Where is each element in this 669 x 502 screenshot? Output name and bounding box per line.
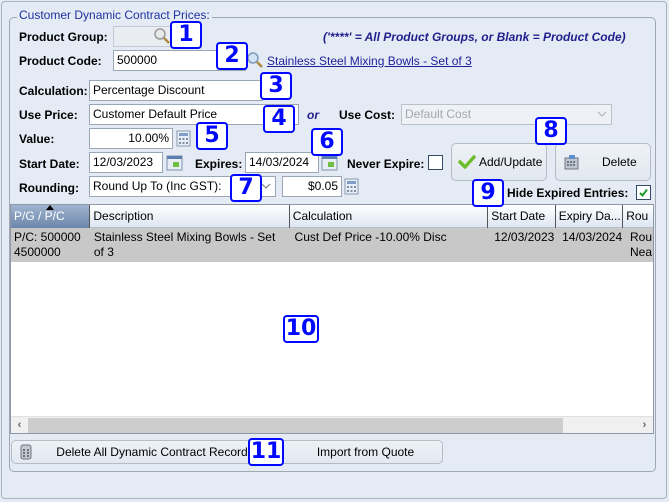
table-row[interactable]: P/C: 500000 4500000 Stainless Steel Mixi…: [11, 228, 653, 262]
use-cost-dropdown: Default Cost: [401, 104, 612, 125]
or-label: or: [307, 108, 319, 122]
product-description-link[interactable]: Stainless Steel Mixing Bowls - Set of 3: [267, 54, 472, 68]
annotation-badge-4: 4: [263, 105, 295, 133]
column-header-calculation[interactable]: Calculation: [290, 205, 489, 228]
chevron-down-icon: [261, 183, 271, 189]
annotation-badge-9: 9: [472, 179, 504, 207]
never-expire-checkbox[interactable]: [428, 155, 443, 170]
calculation-label: Calculation:: [19, 84, 88, 98]
cell-calculation: Cust Def Price -10.00% Disc: [294, 230, 447, 244]
value-input[interactable]: 10.00%: [89, 128, 173, 149]
annotation-badge-6: 6: [311, 128, 343, 156]
table-header: P/G / P/C Description Calculation Start …: [11, 205, 653, 228]
annotation-badge-5: 5: [196, 122, 228, 150]
cell-pgpc: P/C: 500000 4500000: [14, 230, 81, 259]
product-group-note: ('****' = All Product Groups, or Blank =…: [323, 30, 626, 44]
cell-rounding: Rou Nea: [630, 230, 653, 259]
value-label: Value:: [19, 132, 55, 146]
rounding-amount-input[interactable]: $0.05: [282, 176, 342, 197]
annotation-badge-7: 7: [230, 174, 262, 202]
use-cost-value: Default Cost: [405, 107, 472, 121]
cell-expiry-date: 14/03/2024: [562, 230, 623, 244]
sort-ascending-icon: [46, 205, 54, 210]
product-code-label: Product Code:: [19, 54, 102, 68]
delete-label: Delete: [602, 155, 637, 169]
calculator-icon[interactable]: [175, 130, 193, 148]
scroll-left-icon[interactable]: ‹: [11, 417, 28, 433]
calendar-icon[interactable]: [321, 154, 339, 172]
never-expire-label: Never Expire:: [347, 157, 425, 171]
cell-start-date: 12/03/2023: [494, 230, 555, 244]
annotation-badge-8: 8: [535, 117, 567, 145]
start-date-input[interactable]: 12/03/2023: [89, 152, 163, 173]
column-header-expiry-date[interactable]: Expiry Da...: [556, 205, 624, 228]
column-header-rounding[interactable]: Rou: [623, 205, 653, 228]
annotation-badge-1: 1: [170, 21, 202, 49]
product-group-search-icon[interactable]: [153, 27, 171, 45]
import-from-quote-button[interactable]: Import from Quote: [288, 440, 443, 464]
calculation-dropdown[interactable]: Percentage Discount: [89, 80, 263, 101]
annotation-badge-2: 2: [216, 42, 248, 70]
use-cost-label: Use Cost:: [339, 108, 396, 122]
column-header-description[interactable]: Description: [90, 205, 290, 228]
calendar-icon[interactable]: [166, 154, 184, 172]
horizontal-scrollbar[interactable]: ‹ ›: [11, 416, 653, 433]
chevron-down-icon: [597, 111, 607, 117]
column-header-pgpc[interactable]: P/G / P/C: [11, 205, 91, 228]
delete-button[interactable]: Delete: [555, 143, 651, 181]
contract-prices-table: P/G / P/C Description Calculation Start …: [10, 204, 654, 434]
delete-all-records-label: Delete All Dynamic Contract Records: [56, 445, 254, 459]
annotation-badge-3: 3: [260, 72, 292, 100]
calculator-icon[interactable]: [343, 178, 361, 196]
delete-all-records-button[interactable]: Delete All Dynamic Contract Records: [26, 440, 284, 464]
groupbox-title: Customer Dynamic Contract Prices:: [17, 8, 212, 22]
hide-expired-checkbox[interactable]: [636, 185, 651, 200]
product-group-label: Product Group:: [19, 30, 108, 44]
check-icon: [639, 188, 648, 198]
product-code-search-icon[interactable]: [246, 51, 264, 69]
expires-label: Expires:: [195, 157, 243, 171]
start-date-label: Start Date:: [19, 157, 80, 171]
delete-machine-icon: [564, 155, 579, 170]
add-update-label: Add/Update: [479, 155, 543, 169]
use-price-label: Use Price:: [19, 108, 78, 122]
expires-input[interactable]: 14/03/2024: [245, 152, 319, 173]
scroll-right-icon[interactable]: ›: [636, 417, 653, 433]
rounding-value: Round Up To (Inc GST):: [93, 179, 222, 193]
annotation-badge-11: 11: [248, 438, 284, 466]
hide-expired-label: Hide Expired Entries:: [507, 186, 629, 200]
cell-description: Stainless Steel Mixing Bowls - Set of 3: [93, 230, 276, 259]
add-update-button[interactable]: Add/Update: [451, 143, 547, 181]
rounding-label: Rounding:: [19, 181, 79, 195]
column-header-start-date[interactable]: Start Date: [488, 205, 556, 228]
import-from-quote-label: Import from Quote: [316, 445, 415, 459]
annotation-badge-10: 10: [283, 315, 319, 343]
checkmark-icon: [458, 155, 476, 169]
scrollbar-thumb[interactable]: [28, 418, 563, 433]
